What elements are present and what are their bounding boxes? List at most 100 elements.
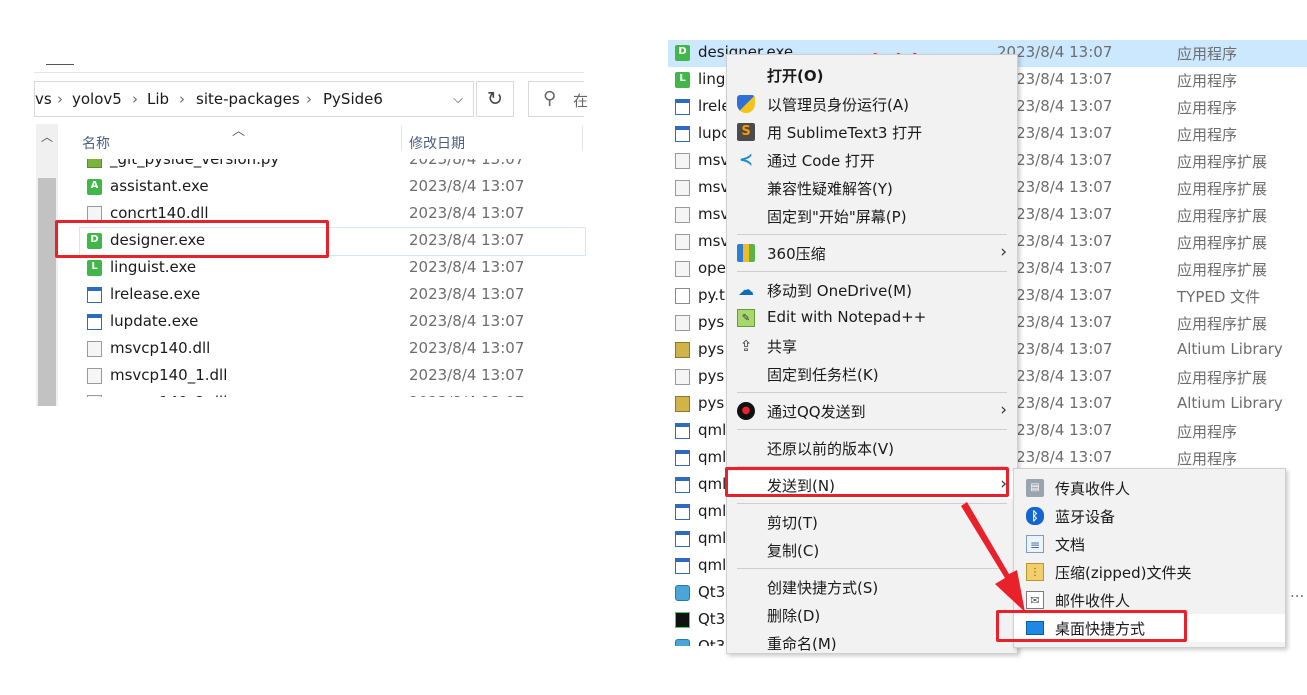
menu-item-label: 共享 bbox=[767, 338, 798, 356]
menu-item-label: 创建快捷方式(S) bbox=[767, 579, 879, 597]
menu-separator bbox=[737, 234, 1007, 235]
menu-item-compatibility[interactable]: 兼容性疑难解答(Y) bbox=[727, 174, 1017, 202]
sort-ascending-icon: ︿ bbox=[232, 124, 246, 139]
breadcrumb-item[interactable]: Lib bbox=[147, 82, 169, 116]
onedrive-cloud-icon: ☁ bbox=[738, 280, 754, 299]
file-date: 2023/8/4 13:07 bbox=[409, 312, 525, 330]
menu-item-label: 剪切(T) bbox=[767, 514, 818, 532]
file-name: lupdate.exe bbox=[110, 312, 199, 330]
dll-file-icon bbox=[675, 369, 690, 385]
truncated-type: ... bbox=[1290, 583, 1305, 601]
menu-item-pin-taskbar[interactable]: 固定到任务栏(K) bbox=[727, 360, 1017, 388]
refresh-icon: ↻ bbox=[487, 88, 503, 110]
address-bar[interactable]: vs › yolov5 › Lib › site-packages › PySi… bbox=[34, 81, 474, 117]
archive-360-icon bbox=[737, 244, 755, 262]
file-row[interactable]: msvcp140_1.dll 2023/8/4 13:07 bbox=[80, 363, 585, 390]
window-app-icon bbox=[675, 558, 690, 574]
menu-item-send-qq[interactable]: ● 通过QQ发送到 › bbox=[727, 397, 1017, 425]
file-date: 2023/8/4 13:07 bbox=[409, 285, 525, 303]
menu-item-label: 重命名(M) bbox=[767, 635, 837, 653]
submenu-item-bluetooth[interactable]: ᛒ 蓝牙设备 bbox=[1014, 502, 1285, 530]
file-name: qml bbox=[698, 556, 727, 574]
window-app-icon bbox=[675, 126, 690, 142]
file-name: pys bbox=[698, 367, 725, 385]
chevron-right-icon: › bbox=[57, 90, 63, 108]
window-app-icon bbox=[675, 504, 690, 520]
menu-item-open-sublime[interactable]: S 用 SublimeText3 打开 bbox=[727, 118, 1017, 146]
text-file-icon bbox=[675, 288, 690, 304]
menu-item-pin-start[interactable]: 固定到"开始"屏幕(P) bbox=[727, 202, 1017, 230]
menu-separator bbox=[737, 271, 1007, 272]
file-name: msv bbox=[698, 232, 730, 250]
file-date: 2023/8/4 13:07 bbox=[409, 339, 525, 357]
menu-item-notepadpp[interactable]: ✎ Edit with Notepad++ bbox=[727, 304, 1017, 332]
file-type: 应用程序扩展 bbox=[1177, 207, 1268, 225]
file-type: TYPED 文件 bbox=[1177, 288, 1261, 306]
menu-separator bbox=[737, 429, 1007, 430]
file-name: qml bbox=[698, 529, 727, 547]
file-type: Altium Library bbox=[1177, 340, 1283, 358]
toolbar-divider bbox=[34, 72, 584, 73]
menu-item-label: 移动到 OneDrive(M) bbox=[767, 282, 912, 300]
menu-item-run-as-admin[interactable]: 以管理员身份运行(A) bbox=[727, 90, 1017, 118]
file-name: linguist.exe bbox=[110, 258, 197, 276]
menu-item-share[interactable]: ⇪ 共享 bbox=[727, 332, 1017, 360]
file-name: msv bbox=[698, 178, 730, 196]
menu-item-restore-versions[interactable]: 还原以前的版本(V) bbox=[727, 434, 1017, 462]
qt-designer-icon: D bbox=[675, 45, 690, 61]
file-row[interactable]: A assistant.exe 2023/8/4 13:07 bbox=[80, 174, 585, 201]
breadcrumb-item[interactable]: vs bbox=[35, 82, 52, 116]
file-date: 2023/8/4 13:07 bbox=[409, 204, 525, 222]
file-type: 应用程序扩展 bbox=[1177, 315, 1268, 333]
toolbar-fragment bbox=[46, 52, 74, 65]
file-name: msv bbox=[698, 205, 730, 223]
qt-linguist-icon: L bbox=[87, 260, 102, 276]
scroll-up-icon[interactable]: ︿ bbox=[36, 126, 58, 148]
search-placeholder: 在 bbox=[573, 92, 589, 110]
file-name: qml bbox=[698, 421, 727, 439]
breadcrumb-item[interactable]: yolov5 bbox=[72, 82, 122, 116]
search-input[interactable]: ⚲ 在 bbox=[528, 81, 588, 117]
submenu-item-zip-folder[interactable]: ⋮ 压缩(zipped)文件夹 bbox=[1014, 558, 1285, 586]
chevron-down-icon[interactable]: ⌵ bbox=[448, 88, 468, 112]
menu-item-label: 打开(O) bbox=[767, 67, 824, 85]
refresh-button[interactable]: ↻ bbox=[476, 81, 514, 117]
file-name: msv bbox=[698, 151, 730, 169]
file-type: 应用程序 bbox=[1177, 45, 1238, 63]
menu-item-360zip[interactable]: 360压缩 › bbox=[727, 239, 1017, 267]
window-app-icon bbox=[675, 531, 690, 547]
breadcrumb-item[interactable]: site-packages bbox=[196, 82, 300, 116]
file-name: msvcp140.dll bbox=[110, 339, 211, 357]
dll-file-icon bbox=[675, 315, 690, 331]
file-name: qml bbox=[698, 448, 727, 466]
menu-item-open-code[interactable]: ≺ 通过 Code 打开 bbox=[727, 146, 1017, 174]
menu-item-label: 通过 Code 打开 bbox=[767, 152, 875, 170]
scrollbar-thumb[interactable] bbox=[38, 178, 56, 406]
file-row[interactable]: lupdate.exe 2023/8/4 13:07 bbox=[80, 309, 585, 336]
menu-item-onedrive[interactable]: ☁ 移动到 OneDrive(M) bbox=[727, 276, 1017, 304]
submenu-item-label: 文档 bbox=[1055, 536, 1086, 554]
submenu-item-documents[interactable]: ≡ 文档 bbox=[1014, 530, 1285, 558]
submenu-item-fax[interactable]: ▤ 传真收件人 bbox=[1014, 474, 1285, 502]
file-name: qml bbox=[698, 475, 727, 493]
submenu-item-label: 蓝牙设备 bbox=[1055, 508, 1116, 526]
file-type: 应用程序扩展 bbox=[1177, 261, 1268, 279]
file-row[interactable]: L linguist.exe 2023/8/4 13:07 bbox=[80, 255, 585, 282]
chevron-right-icon: › bbox=[132, 90, 138, 108]
notepadpp-icon: ✎ bbox=[737, 309, 755, 327]
file-name: ling bbox=[698, 70, 726, 88]
file-row[interactable]: lrelease.exe 2023/8/4 13:07 bbox=[80, 282, 585, 309]
file-name: ope bbox=[698, 259, 726, 277]
menu-item-label: Edit with Notepad++ bbox=[767, 308, 927, 326]
menu-item-rename[interactable]: 重命名(M) bbox=[727, 629, 1017, 653]
dll-file-icon bbox=[675, 234, 690, 250]
menu-item-open[interactable]: 打开(O) bbox=[727, 61, 1017, 89]
file-row[interactable]: msvcp140.dll 2023/8/4 13:07 bbox=[80, 336, 585, 363]
window-app-icon bbox=[87, 287, 102, 303]
menu-item-label: 复制(C) bbox=[767, 542, 820, 560]
file-type: 应用程序 bbox=[1177, 450, 1238, 468]
breadcrumb-item[interactable]: PySide6 bbox=[323, 82, 383, 116]
highlight-box-send-to bbox=[725, 467, 1009, 497]
file-type: 应用程序 bbox=[1177, 72, 1238, 90]
file-type: 应用程序扩展 bbox=[1177, 180, 1268, 198]
